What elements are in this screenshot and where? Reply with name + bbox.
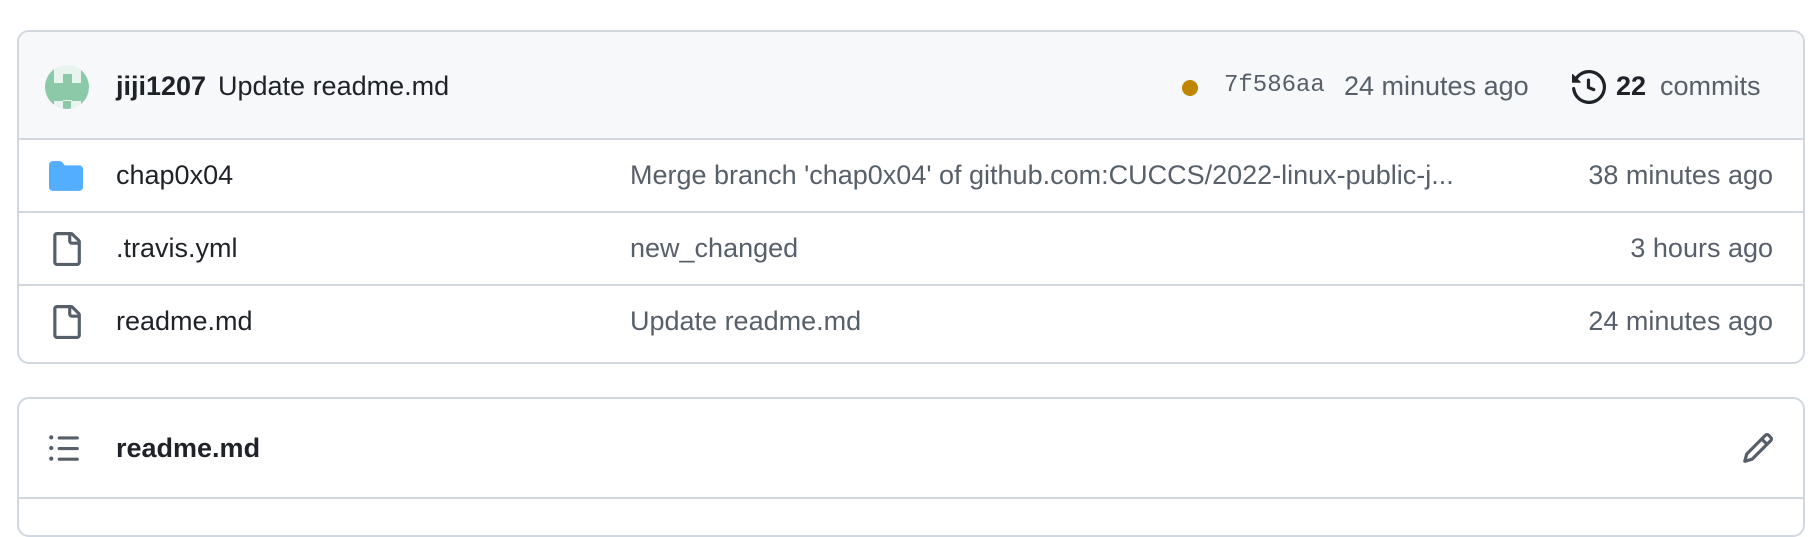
commit-author-link[interactable]: jiji1207 <box>116 32 206 140</box>
file-row[interactable]: chap0x04 Merge branch 'chap0x04' of gith… <box>19 140 1803 213</box>
file-icon <box>53 305 81 339</box>
file-name-link[interactable]: chap0x04 <box>116 140 233 211</box>
pencil-icon[interactable] <box>1741 431 1775 465</box>
folder-icon <box>49 161 83 191</box>
file-commit-message-link[interactable]: Update readme.md <box>630 286 861 357</box>
readme-header: readme.md <box>19 399 1803 499</box>
file-commit-time: 24 minutes ago <box>1588 306 1773 336</box>
file-name-link[interactable]: .travis.yml <box>116 213 238 284</box>
readme-panel: readme.md <box>17 397 1805 537</box>
author-avatar[interactable] <box>45 65 89 109</box>
readme-title-link[interactable]: readme.md <box>116 399 260 497</box>
file-browser: jiji1207 Update readme.md 7f586aa 24 min… <box>17 30 1805 364</box>
file-commit-time: 3 hours ago <box>1630 233 1773 263</box>
commit-message-link[interactable]: Update readme.md <box>218 32 449 140</box>
list-icon[interactable] <box>47 431 81 465</box>
history-icon[interactable] <box>1572 70 1606 104</box>
file-commit-time: 38 minutes ago <box>1588 160 1773 190</box>
file-icon <box>53 232 81 266</box>
commit-time: 24 minutes ago <box>1344 71 1529 101</box>
latest-commit-bar: jiji1207 Update readme.md 7f586aa 24 min… <box>19 32 1803 140</box>
commits-count[interactable]: 22 <box>1616 32 1646 140</box>
file-commit-message-link[interactable]: new_changed <box>630 213 798 284</box>
file-row[interactable]: readme.md Update readme.md 24 minutes ag… <box>19 286 1803 359</box>
commit-sha-link[interactable]: 7f586aa <box>1224 32 1325 140</box>
file-row[interactable]: .travis.yml new_changed 3 hours ago <box>19 213 1803 286</box>
commits-label[interactable]: commits <box>1660 32 1761 140</box>
file-name-link[interactable]: readme.md <box>116 286 253 357</box>
file-commit-message-link[interactable]: Merge branch 'chap0x04' of github.com:CU… <box>630 140 1454 211</box>
commit-status-indicator[interactable] <box>1182 80 1198 96</box>
